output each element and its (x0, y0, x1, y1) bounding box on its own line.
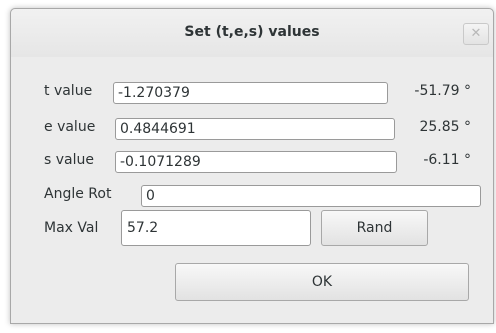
angle-rot-input[interactable]: 0 (141, 185, 481, 207)
ok-button[interactable]: OK (175, 263, 469, 301)
dialog-title: Set (t,e,s) values (184, 24, 320, 40)
s-value-label: s value (44, 152, 94, 168)
max-val-label: Max Val (44, 220, 99, 236)
angle-rot-label: Angle Rot (44, 186, 112, 202)
close-icon: ✕ (470, 26, 482, 41)
close-button[interactable]: ✕ (463, 23, 489, 45)
max-val-input[interactable]: 57.2 (121, 210, 311, 246)
set-values-dialog: Set (t,e,s) values ✕ t value -1.270379 -… (10, 8, 494, 324)
e-value-input[interactable]: 0.4844691 (115, 118, 395, 140)
t-value-label: t value (44, 83, 93, 99)
s-value-input[interactable]: -0.1071289 (115, 151, 397, 173)
title-bar[interactable]: Set (t,e,s) values ✕ (11, 9, 493, 57)
t-value-input[interactable]: -1.270379 (113, 82, 388, 104)
t-degrees-readout: -51.79 ° (414, 83, 471, 99)
e-value-label: e value (44, 119, 96, 135)
s-degrees-readout: -6.11 ° (423, 152, 471, 168)
e-degrees-readout: 25.85 ° (419, 119, 471, 135)
rand-button[interactable]: Rand (321, 210, 428, 246)
